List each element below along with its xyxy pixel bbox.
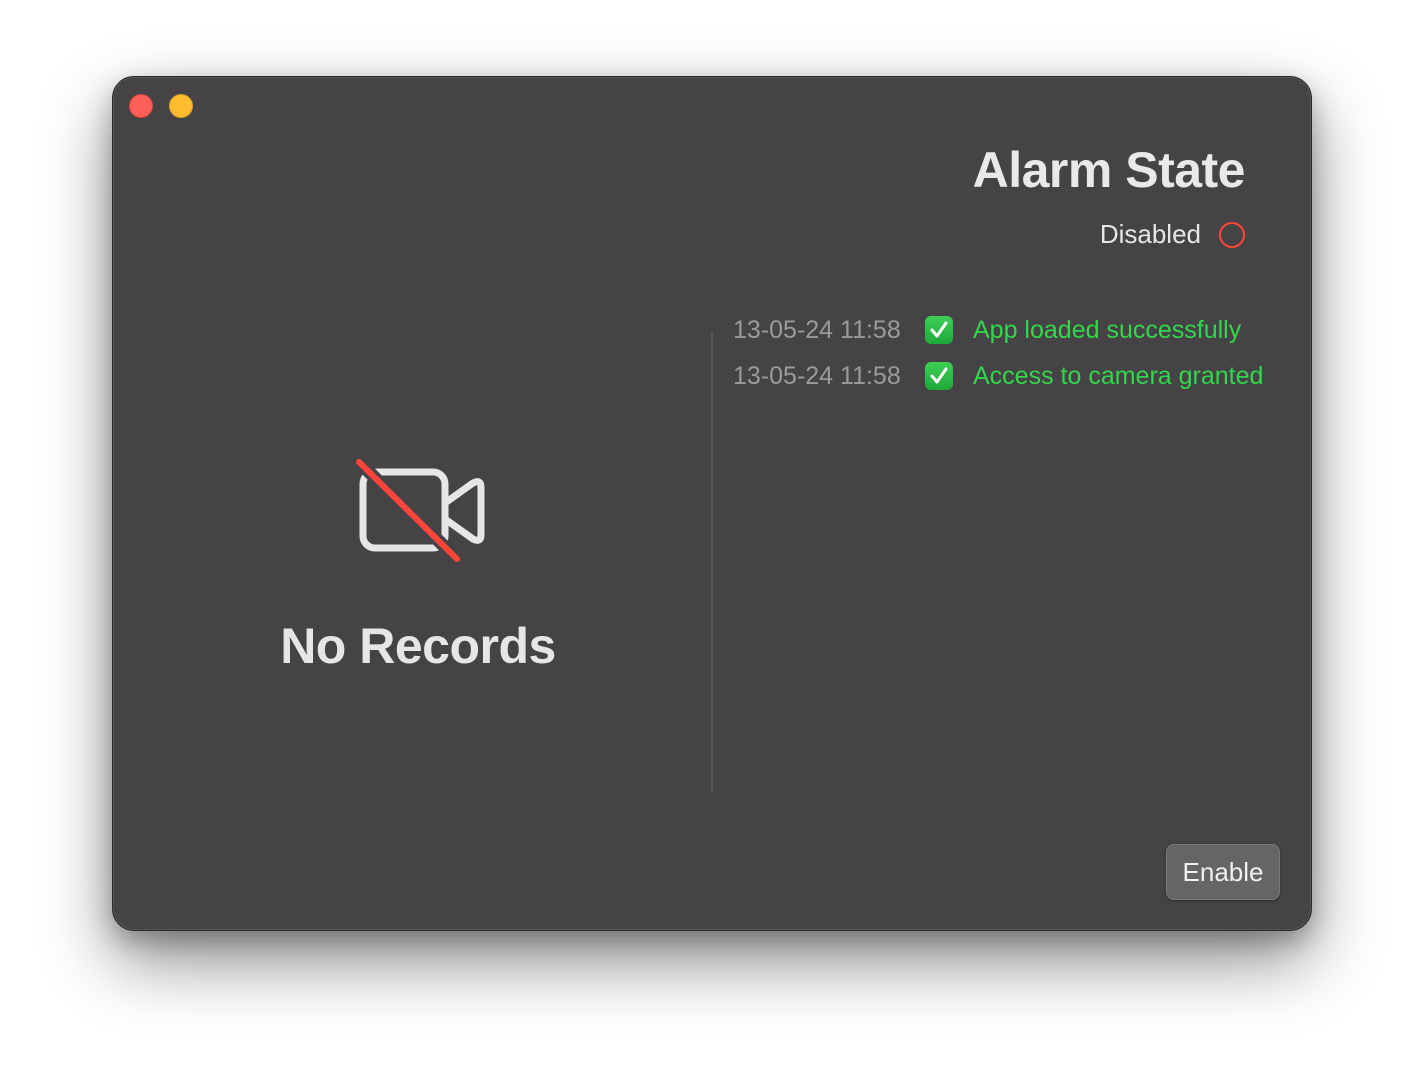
status-ring-icon: [1219, 221, 1245, 248]
log-entry-time: 13-05-24 11:58: [733, 315, 901, 344]
pane-divider: [711, 331, 713, 791]
no-records-label: No Records: [280, 618, 556, 674]
alarm-state-title: Alarm State: [972, 142, 1246, 198]
enable-button[interactable]: Enable: [1166, 844, 1280, 900]
check-mark-icon: [925, 316, 953, 344]
alarm-status-label: Disabled: [1099, 219, 1201, 249]
event-log: 13-05-24 11:58 App loaded successfully 1…: [733, 307, 1263, 399]
app-window: No Records Alarm State Disabled 13-05-24…: [112, 76, 1312, 931]
log-entry: 13-05-24 11:58 Access to camera granted: [733, 353, 1263, 399]
check-mark-icon: [925, 362, 953, 390]
log-entry-message: Access to camera granted: [973, 361, 1264, 390]
recordings-pane: No Records: [113, 77, 713, 932]
video-slash-icon: [352, 455, 485, 566]
log-entry: 13-05-24 11:58 App loaded successfully: [733, 307, 1263, 353]
log-entry-time: 13-05-24 11:58: [733, 361, 901, 390]
alarm-status: Disabled: [1100, 219, 1245, 250]
log-entry-message: App loaded successfully: [973, 315, 1242, 344]
